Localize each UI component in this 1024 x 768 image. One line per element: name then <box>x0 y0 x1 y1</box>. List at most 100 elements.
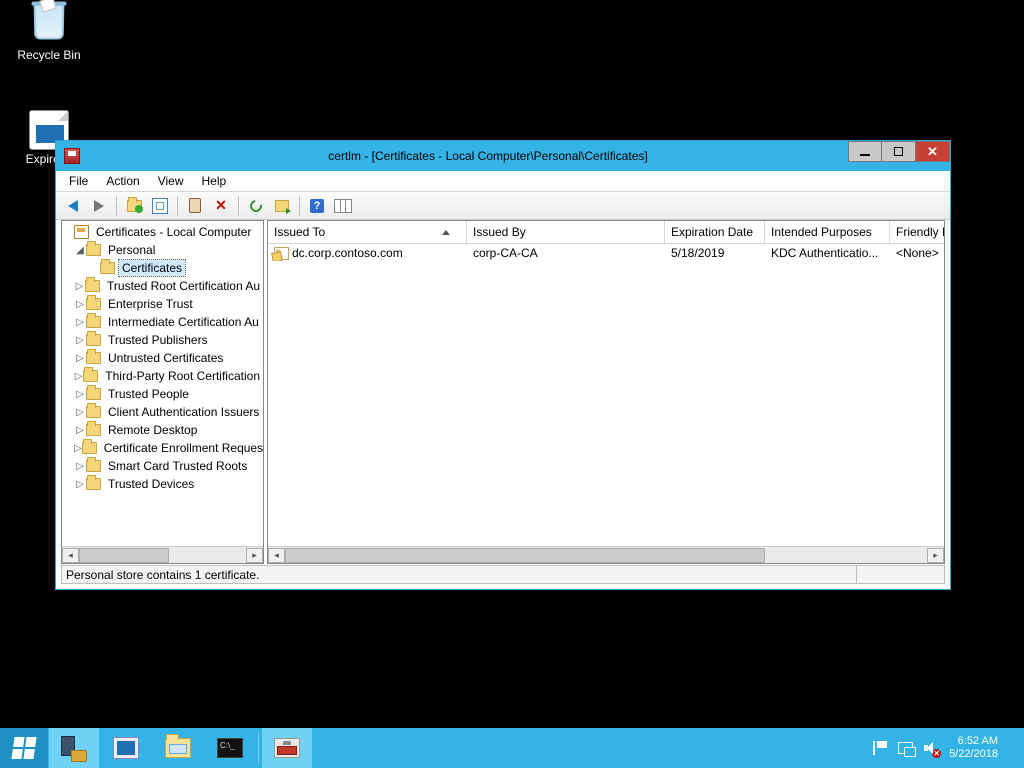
app-icon <box>64 148 80 164</box>
console-tree[interactable]: Certificates - Local Computer ◢ Personal… <box>62 221 263 546</box>
details-list-pane: Issued To Issued By Expiration Date Inte… <box>267 220 945 564</box>
tree-label: Intermediate Certification Au <box>105 314 262 330</box>
tree-node[interactable]: ▷ Intermediate Certification Au <box>62 313 263 331</box>
desktop-icon-label: Recycle Bin <box>10 48 88 62</box>
tree-node[interactable]: ▷Smart Card Trusted Roots <box>62 457 263 475</box>
column-header-purposes[interactable]: Intended Purposes <box>765 221 890 243</box>
tree-node[interactable]: ▷ Trusted People <box>62 385 263 403</box>
tray-network[interactable] <box>897 740 913 756</box>
column-header-friendly-name[interactable]: Friendly N <box>890 221 944 243</box>
scroll-right-button[interactable]: ▸ <box>246 548 263 563</box>
tray-time: 6:52 AM <box>949 735 998 748</box>
tree-node[interactable]: ▷Trusted Publishers <box>62 331 263 349</box>
up-one-level-button[interactable] <box>123 195 145 217</box>
menu-help[interactable]: Help <box>193 172 236 190</box>
windows-logo-icon <box>11 737 36 759</box>
list-body[interactable]: dc.corp.contoso.com corp-CA-CA 5/18/2019… <box>268 244 944 546</box>
tree-node[interactable]: ▷Certificate Enrollment Reques <box>62 439 263 457</box>
scroll-left-button[interactable]: ◂ <box>62 548 79 563</box>
tree-node[interactable]: ▷Client Authentication Issuers <box>62 403 263 421</box>
column-header-issued-by[interactable]: Issued By <box>467 221 665 243</box>
expand-toggle[interactable]: ▷ <box>74 335 86 346</box>
arrow-right-icon <box>94 200 104 212</box>
expand-toggle[interactable]: ▷ <box>74 371 83 382</box>
refresh-button[interactable] <box>245 195 267 217</box>
tree-h-scrollbar[interactable]: ◂ ▸ <box>62 546 263 563</box>
toolbar-separator <box>238 196 239 216</box>
cell-purposes: KDC Authenticatio... <box>765 245 890 261</box>
window-titlebar[interactable]: certlm - [Certificates - Local Computer\… <box>56 141 950 171</box>
help-icon: ? <box>310 199 324 213</box>
nav-forward-button[interactable] <box>88 195 110 217</box>
scroll-right-button[interactable]: ▸ <box>927 548 944 563</box>
taskbar: ✕ 6:52 AM 5/22/2018 <box>0 728 1024 768</box>
tray-clock[interactable]: 6:52 AM 5/22/2018 <box>949 735 1004 761</box>
taskbar-running-mmc[interactable] <box>262 728 312 768</box>
col-label: Friendly N <box>896 225 944 239</box>
tree-certificates[interactable]: Certificates <box>62 259 263 277</box>
list-h-scrollbar[interactable]: ◂ ▸ <box>268 546 944 563</box>
tree-node[interactable]: ▷Trusted Root Certification Au <box>62 277 263 295</box>
tray-volume[interactable]: ✕ <box>923 740 939 756</box>
folder-icon <box>86 388 101 400</box>
desktop-recycle-bin[interactable]: Recycle Bin <box>10 6 88 62</box>
expand-toggle[interactable]: ▷ <box>74 461 86 472</box>
folder-icon <box>83 370 98 382</box>
show-hide-tree-button[interactable] <box>149 195 171 217</box>
close-button[interactable]: ✕ <box>916 141 950 162</box>
col-label: Intended Purposes <box>771 225 872 239</box>
help-button[interactable]: ? <box>306 195 328 217</box>
taskbar-server-manager[interactable] <box>49 728 99 768</box>
expand-toggle[interactable]: ▷ <box>74 425 86 436</box>
expand-toggle[interactable]: ▷ <box>74 443 82 454</box>
cert-store-icon <box>74 225 89 239</box>
scroll-left-button[interactable]: ◂ <box>268 548 285 563</box>
scroll-thumb[interactable] <box>285 548 765 563</box>
col-label: Issued By <box>473 225 526 239</box>
tree-label: Third-Party Root Certification <box>102 368 263 384</box>
copy-button[interactable] <box>184 195 206 217</box>
menu-file[interactable]: File <box>60 172 97 190</box>
tray-action-center[interactable] <box>871 740 887 756</box>
cell-issued-to: dc.corp.contoso.com <box>268 245 467 261</box>
tree-node[interactable]: ▷Trusted Devices <box>62 475 263 493</box>
command-prompt-icon <box>217 738 243 758</box>
folder-icon <box>100 262 115 274</box>
scroll-thumb[interactable] <box>79 548 169 563</box>
powershell-icon <box>113 737 139 759</box>
expand-toggle[interactable]: ▷ <box>74 353 86 364</box>
tree-node[interactable]: ▷Enterprise Trust <box>62 295 263 313</box>
expand-toggle[interactable]: ▷ <box>74 479 86 490</box>
menu-action[interactable]: Action <box>97 172 148 190</box>
expand-toggle[interactable]: ▷ <box>74 407 86 418</box>
server-manager-icon <box>61 736 87 760</box>
column-header-issued-to[interactable]: Issued To <box>268 221 467 243</box>
maximize-button[interactable] <box>882 141 916 162</box>
column-header-expiration[interactable]: Expiration Date <box>665 221 765 243</box>
folder-icon <box>86 298 101 310</box>
folder-up-icon <box>127 200 142 212</box>
expand-toggle[interactable]: ▷ <box>74 389 86 400</box>
expand-toggle[interactable]: ▷ <box>74 281 85 292</box>
delete-button[interactable]: ✕ <box>210 195 232 217</box>
expand-toggle[interactable]: ▷ <box>74 299 86 310</box>
tree-node[interactable]: ▷Remote Desktop <box>62 421 263 439</box>
customize-view-button[interactable] <box>332 195 354 217</box>
menu-view[interactable]: View <box>149 172 193 190</box>
minimize-button[interactable] <box>848 141 882 162</box>
tree-personal[interactable]: ◢ Personal <box>62 241 263 259</box>
list-row[interactable]: dc.corp.contoso.com corp-CA-CA 5/18/2019… <box>268 244 944 262</box>
nav-back-button[interactable] <box>62 195 84 217</box>
taskbar-powershell[interactable] <box>101 728 151 768</box>
export-list-button[interactable] <box>271 195 293 217</box>
expand-toggle[interactable]: ▷ <box>74 317 86 328</box>
taskbar-command-prompt[interactable] <box>205 728 255 768</box>
expand-toggle[interactable]: ◢ <box>74 245 86 256</box>
taskbar-file-explorer[interactable] <box>153 728 203 768</box>
tree-label: Trusted People <box>105 386 192 402</box>
tree-node[interactable]: ▷ Third-Party Root Certification <box>62 367 263 385</box>
tree-node[interactable]: ▷Untrusted Certificates <box>62 349 263 367</box>
tray-date: 5/22/2018 <box>949 748 998 761</box>
start-button[interactable] <box>0 728 48 768</box>
tree-root[interactable]: Certificates - Local Computer <box>62 223 263 241</box>
